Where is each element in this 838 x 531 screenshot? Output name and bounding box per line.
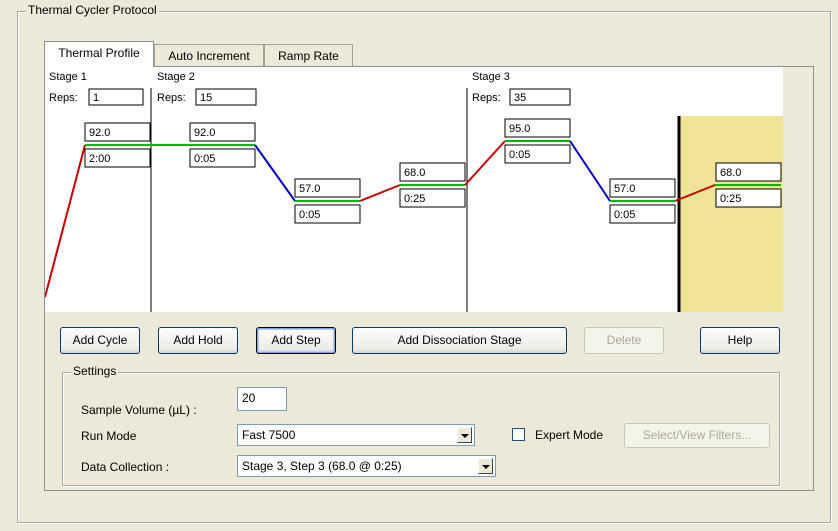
stage-1-reps-value: 1 [93, 92, 99, 104]
step-time: 0:05 [299, 209, 320, 221]
stage-3-label: Stage 3 [472, 71, 510, 83]
data-collection-label: Data Collection : [81, 460, 170, 474]
step-time: 0:05 [509, 149, 530, 161]
add-step-button[interactable]: Add Step [256, 327, 336, 354]
dissociation-highlight [679, 116, 783, 312]
tab-thermal-profile[interactable]: Thermal Profile [44, 41, 154, 67]
step-temp: 57.0 [614, 183, 635, 195]
thermal-profile-chart: Stage 1 Reps: 1 Stage 2 Reps: 15 Stage 3… [44, 67, 783, 312]
data-collection-value: Stage 3, Step 3 (68.0 @ 0:25) [242, 459, 402, 473]
stage-3-reps-value: 35 [514, 92, 526, 104]
step-temp: 68.0 [720, 167, 741, 179]
expert-mode-checkbox[interactable] [512, 428, 525, 441]
step-time: 0:25 [404, 193, 425, 205]
add-cycle-button[interactable]: Add Cycle [60, 327, 140, 354]
step-time: 0:25 [720, 193, 741, 205]
step-temp: 92.0 [194, 127, 215, 139]
step-time: 2:00 [89, 153, 110, 165]
sample-volume-label: Sample Volume (µL) : [81, 403, 197, 417]
add-dissociation-stage-button[interactable]: Add Dissociation Stage [352, 327, 567, 354]
run-mode-select[interactable]: Fast 7500 [237, 424, 475, 446]
delete-button[interactable]: Delete [584, 327, 664, 354]
data-collection-select[interactable]: Stage 3, Step 3 (68.0 @ 0:25) [237, 455, 496, 477]
settings-title: Settings [71, 364, 119, 378]
step-temp: 57.0 [299, 183, 320, 195]
run-mode-value: Fast 7500 [242, 428, 296, 442]
select-view-filters-button[interactable]: Select/View Filters... [624, 423, 770, 448]
sample-volume-input[interactable]: 20 [237, 387, 287, 411]
step-time: 0:05 [194, 153, 215, 165]
step-time: 0:05 [614, 209, 635, 221]
stage-2-label: Stage 2 [157, 71, 195, 83]
ramp-down-line [569, 140, 611, 202]
step-temp: 95.0 [509, 123, 530, 135]
ramp-down-line [254, 144, 296, 202]
step-temp: 68.0 [404, 167, 425, 179]
ramp-up-line [44, 144, 86, 298]
stage-1-label: Stage 1 [49, 71, 87, 83]
chevron-down-icon[interactable] [478, 458, 493, 474]
group-title: Thermal Cycler Protocol [26, 3, 159, 17]
help-button[interactable]: Help [700, 327, 780, 354]
chevron-down-icon[interactable] [457, 427, 472, 443]
stage-2-reps-label: Reps: [157, 92, 186, 104]
ramp-up-line [464, 140, 506, 186]
tab-auto-increment[interactable]: Auto Increment [154, 44, 264, 66]
run-mode-label: Run Mode [81, 429, 137, 443]
step-temp: 92.0 [89, 127, 110, 139]
stage-1-reps-label: Reps: [49, 92, 78, 104]
stage-3-reps-label: Reps: [472, 92, 501, 104]
stage-2-reps-value: 15 [200, 92, 212, 104]
tab-ramp-rate[interactable]: Ramp Rate [264, 44, 353, 66]
add-hold-button[interactable]: Add Hold [158, 327, 238, 354]
ramp-up-line [359, 184, 401, 202]
profile-svg: Stage 1 Reps: 1 Stage 2 Reps: 15 Stage 3… [44, 71, 783, 312]
expert-mode-label: Expert Mode [535, 428, 604, 442]
